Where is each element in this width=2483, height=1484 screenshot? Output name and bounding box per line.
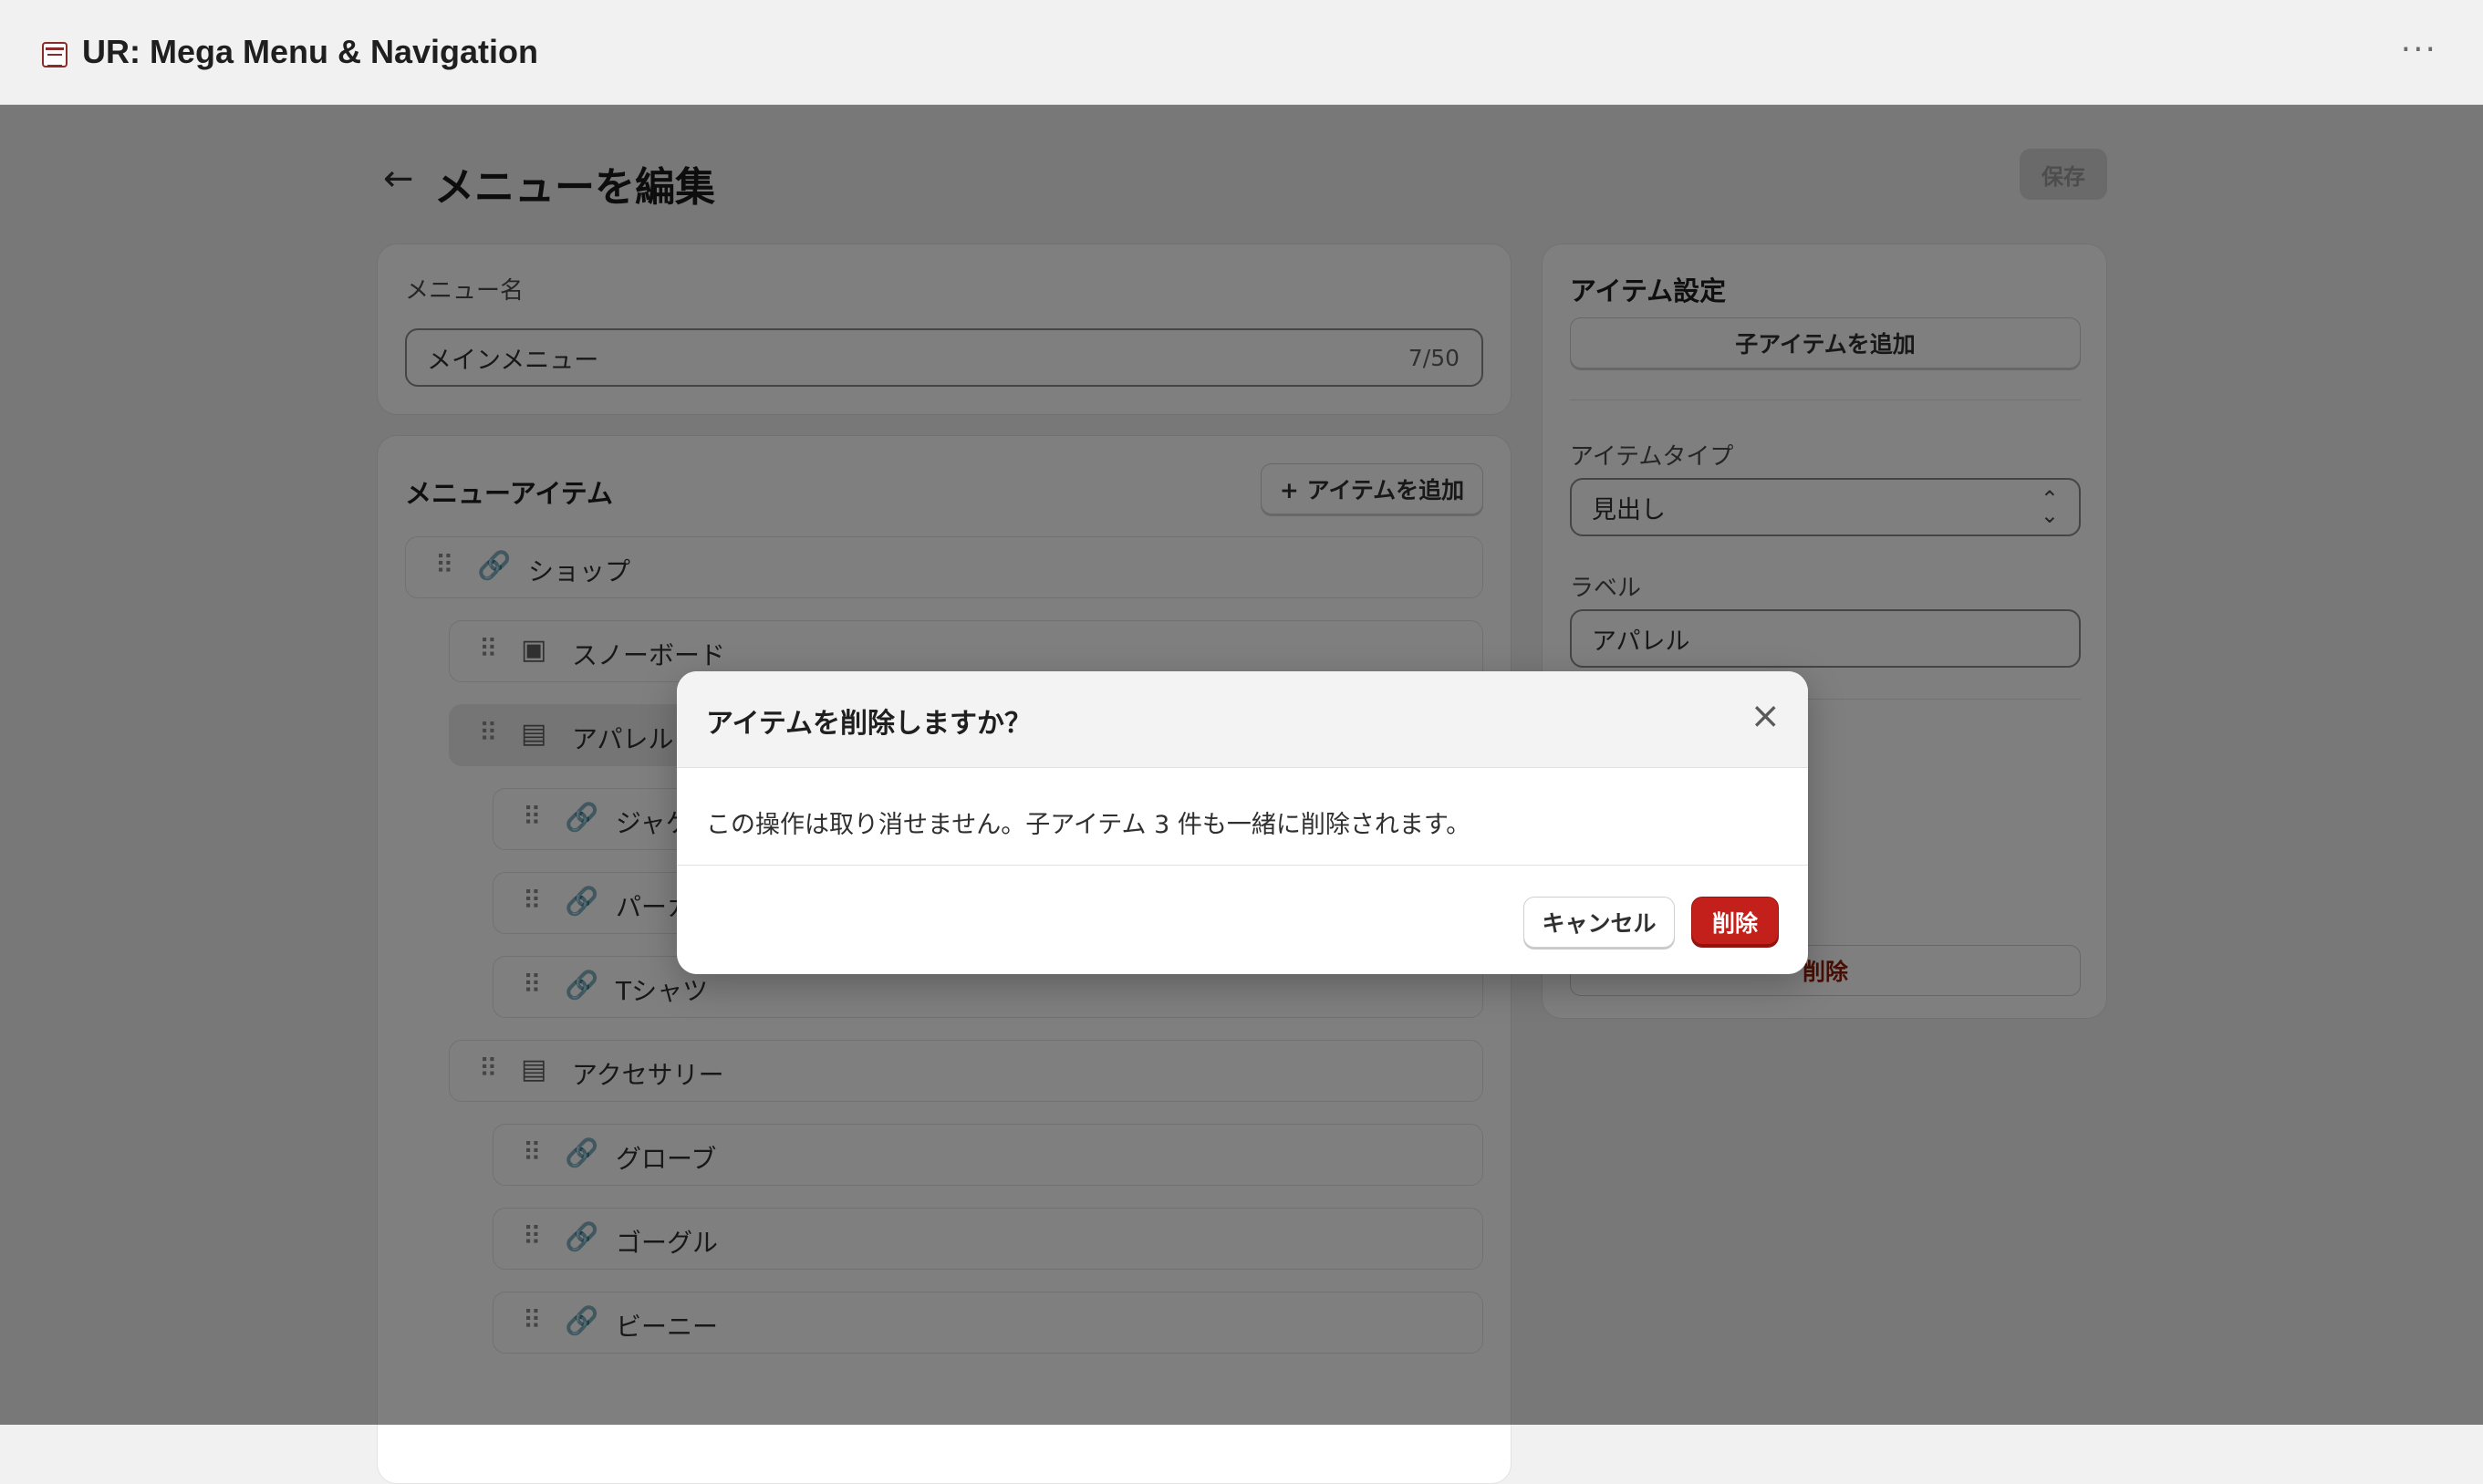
title-bar: UR: Mega Menu & Navigation ··· [0, 0, 2483, 105]
dialog-header: アイテムを削除しますか？ × [677, 671, 1808, 768]
window-title: UR: Mega Menu & Navigation [82, 33, 539, 70]
delete-button[interactable]: 削除 [1691, 897, 1779, 948]
close-icon[interactable]: × [1750, 695, 1781, 737]
dialog-title: アイテムを削除しますか？ [706, 708, 1032, 740]
table-icon [42, 42, 68, 67]
cancel-button[interactable]: キャンセル [1523, 897, 1675, 948]
dialog-message: この操作は取り消せません。子アイテム 3 件も一緒に削除されます。 [706, 811, 1471, 839]
app-window: UR: Mega Menu & Navigation ··· ← メニューを編集… [0, 0, 2483, 1484]
dialog-footer: キャンセル 削除 [677, 865, 1808, 974]
more-horizontal-icon[interactable]: ··· [2401, 31, 2437, 68]
delete-confirm-dialog: アイテムを削除しますか？ × この操作は取り消せません。子アイテム 3 件も一緒… [677, 671, 1808, 974]
